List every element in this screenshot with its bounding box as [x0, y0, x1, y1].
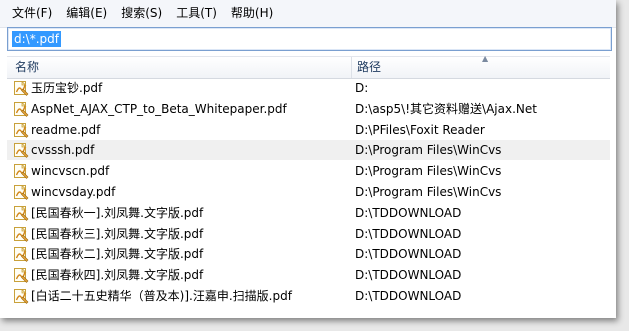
menu-bar: 文件(F) 编辑(E) 搜索(S) 工具(T) 帮助(H) [0, 0, 616, 28]
pdf-file-icon [13, 123, 29, 138]
pdf-file-icon [13, 227, 29, 242]
pdf-file-icon [13, 206, 29, 221]
list-item[interactable]: readme.pdf D:\PFiles\Foxit Reader [7, 120, 610, 140]
pdf-file-icon [13, 164, 29, 179]
sort-ascending-icon: ▲ [482, 54, 489, 63]
list-item[interactable]: wincvsday.pdf D:\Program Files\WinCvs [7, 182, 610, 202]
menu-tools[interactable]: 工具(T) [169, 0, 224, 27]
list-item-name: cvsssh.pdf [31, 143, 95, 158]
list-item-name: [民国春秋四].刘凤舞.文字版.pdf [31, 268, 204, 283]
pdf-file-icon [13, 289, 29, 304]
list-item-path: D:\Program Files\WinCvs [355, 143, 502, 158]
list-item-name: 玉历宝钞.pdf [31, 81, 103, 95]
pdf-file-icon [13, 185, 29, 200]
list-item-name: [白话二十五史精华（普及本)].汪嘉申.扫描版.pdf [31, 289, 292, 303]
list-item-name: wincvsday.pdf [31, 185, 116, 199]
column-header-name[interactable]: 名称 [15, 57, 39, 78]
pdf-file-icon [13, 102, 29, 117]
list-item-name: AspNet_AJAX_CTP_to_Beta_Whitepaper.pdf [31, 101, 287, 116]
list-item[interactable]: [民国春秋四].刘凤舞.文字版.pdf D:\TDDOWNLOAD [7, 265, 610, 285]
pdf-file-icon [13, 143, 29, 158]
menu-help[interactable]: 帮助(H) [224, 0, 280, 27]
list-item-name: wincvscn.pdf [31, 164, 110, 179]
list-item[interactable]: [白话二十五史精华（普及本)].汪嘉申.扫描版.pdf D:\TDDOWNLOAD [7, 286, 610, 306]
list-item-path: D:\TDDOWNLOAD [355, 226, 462, 241]
column-divider[interactable] [351, 57, 352, 78]
list-item[interactable]: [民国春秋二].刘凤舞.文字版.pdf D:\TDDOWNLOAD [7, 244, 610, 264]
list-item-path: D:\TDDOWNLOAD [355, 289, 462, 303]
column-header-path[interactable]: 路径 [357, 57, 381, 78]
list-item-name: [民国春秋二].刘凤舞.文字版.pdf [31, 247, 204, 262]
results-list: 玉历宝钞.pdf D: AspNet_AJAX_CTP_to_Beta_Whitep… [7, 78, 610, 318]
list-item[interactable]: [民国春秋一].刘凤舞.文字版.pdf D:\TDDOWNLOAD [7, 203, 610, 223]
list-item-path: D:\PFiles\Foxit Reader [355, 122, 485, 137]
list-item[interactable]: [民国春秋三].刘凤舞.文字版.pdf D:\TDDOWNLOAD [7, 224, 610, 244]
list-item-path: D:\asp5\!其它资料赠送\Ajax.Net [355, 101, 537, 116]
main-window: 文件(F) 编辑(E) 搜索(S) 工具(T) 帮助(H) d:\*.pdf 名… [0, 0, 616, 318]
menu-search[interactable]: 搜索(S) [114, 0, 169, 27]
list-item-path: D:\TDDOWNLOAD [355, 268, 462, 283]
pdf-file-icon [13, 247, 29, 262]
menu-file[interactable]: 文件(F) [0, 0, 59, 27]
list-item[interactable]: cvsssh.pdf D:\Program Files\WinCvs [7, 140, 610, 161]
search-input[interactable]: d:\*.pdf [7, 27, 612, 51]
pdf-file-icon [13, 268, 29, 283]
list-item-name: [民国春秋三].刘凤舞.文字版.pdf [31, 226, 204, 241]
list-item[interactable]: wincvscn.pdf D:\Program Files\WinCvs [7, 161, 610, 181]
list-item[interactable]: 玉历宝钞.pdf D: [7, 78, 610, 98]
list-item[interactable]: AspNet_AJAX_CTP_to_Beta_Whitepaper.pdf D:… [7, 99, 610, 119]
list-item-name: [民国春秋一].刘凤舞.文字版.pdf [31, 205, 204, 220]
menu-edit[interactable]: 编辑(E) [59, 0, 114, 27]
list-item-path: D:\TDDOWNLOAD [355, 205, 462, 220]
column-header: 名称 路径 ▲ [7, 54, 610, 79]
list-item-path: D:\TDDOWNLOAD [355, 247, 462, 262]
pdf-file-icon [13, 81, 29, 96]
search-input-value: d:\*.pdf [12, 31, 61, 47]
list-item-name: readme.pdf [31, 122, 101, 137]
list-item-path: D:\Program Files\WinCvs [355, 185, 502, 199]
list-item-path: D:\Program Files\WinCvs [355, 164, 502, 179]
list-item-path: D: [355, 81, 369, 95]
